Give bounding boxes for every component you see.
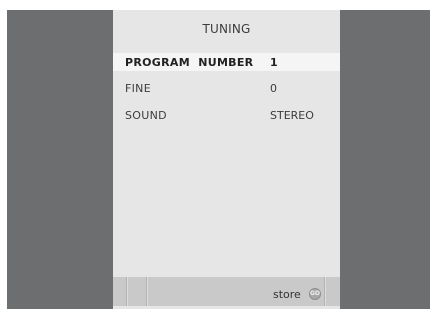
footer-divider — [127, 277, 128, 306]
menu-footer-bar: store GO — [113, 277, 340, 306]
footer-divider — [147, 277, 148, 306]
go-button-icon[interactable]: GO — [309, 288, 321, 300]
sound-value: STEREO — [270, 109, 314, 122]
footer-divider — [325, 277, 326, 306]
sound-label: SOUND — [125, 109, 167, 122]
tv-screen: TUNING PROGRAM NUMBER 1 FINE 0 SOUND STE… — [7, 10, 430, 309]
fine-value: 0 — [270, 82, 277, 95]
menu-row-program-number[interactable]: PROGRAM NUMBER 1 — [113, 53, 340, 71]
fine-label: FINE — [125, 82, 151, 95]
menu-row-sound[interactable]: SOUND STEREO — [113, 106, 340, 124]
menu-title: TUNING — [202, 22, 251, 36]
program-number-value: 1 — [270, 56, 278, 69]
tuning-menu-panel: TUNING PROGRAM NUMBER 1 FINE 0 SOUND STE… — [113, 10, 340, 309]
program-number-label: PROGRAM NUMBER — [125, 56, 254, 69]
menu-row-fine[interactable]: FINE 0 — [113, 79, 340, 97]
store-label[interactable]: store — [273, 288, 301, 301]
